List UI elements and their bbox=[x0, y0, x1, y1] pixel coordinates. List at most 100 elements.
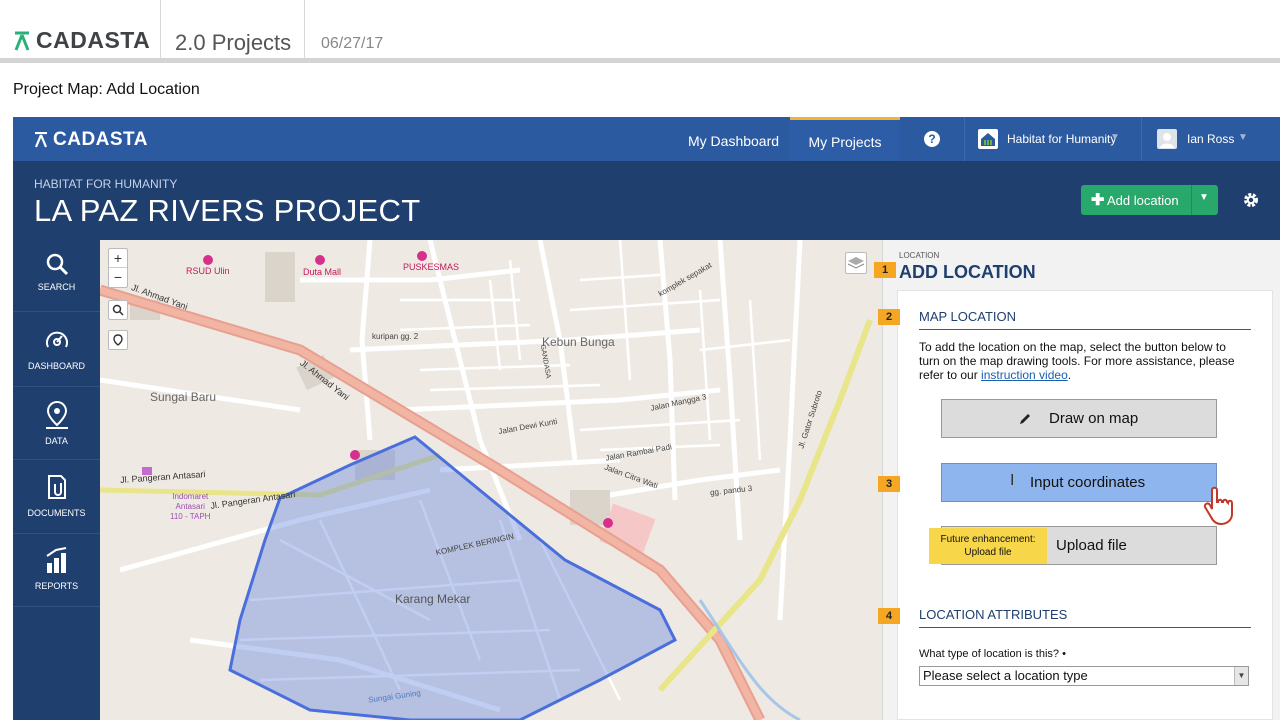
doc-logo: CADASTA bbox=[14, 27, 150, 54]
search-icon bbox=[46, 253, 68, 276]
input-coordinates-label: Input coordinates bbox=[1030, 474, 1146, 491]
zoom-in-button[interactable]: + bbox=[109, 249, 127, 267]
pointer-hand-icon bbox=[1203, 486, 1233, 526]
project-header: HABITAT FOR HUMANITY LA PAZ RIVERS PROJE… bbox=[13, 161, 1280, 240]
search-icon bbox=[112, 304, 124, 316]
step-marker-1: 1 bbox=[874, 262, 896, 278]
map-label: Karang Mekar bbox=[395, 592, 471, 606]
doc-subtitle: Project Map: Add Location bbox=[13, 81, 200, 98]
panel-title: ADD LOCATION bbox=[899, 262, 1036, 282]
top-nav: CADASTA My Dashboard My Projects ? Habit… bbox=[13, 117, 1280, 161]
avatar bbox=[1157, 129, 1177, 149]
location-type-value: Please select a location type bbox=[923, 668, 1088, 683]
step-marker-4: 4 bbox=[878, 608, 900, 624]
zoom-out-button[interactable]: − bbox=[109, 267, 127, 286]
map-pin-icon bbox=[45, 400, 68, 429]
map-label: Duta Mall bbox=[303, 267, 342, 277]
step-marker-2: 2 bbox=[878, 309, 900, 325]
map-label: RSUD Ulin bbox=[186, 266, 230, 276]
map-label: PUSKESMAS bbox=[403, 262, 460, 272]
map-label: kuripan gg. 2 bbox=[372, 332, 419, 341]
map-label: Kebun Bunga bbox=[542, 335, 615, 349]
user-menu[interactable]: Ian Ross ▼ bbox=[1141, 117, 1280, 161]
add-location-label: Add location bbox=[1107, 193, 1179, 208]
app-logo[interactable]: CADASTA bbox=[35, 129, 148, 151]
cadasta-logo-icon bbox=[14, 31, 30, 51]
help-icon[interactable]: ? bbox=[924, 131, 940, 147]
location-type-select[interactable]: Please select a location type ▼ bbox=[919, 666, 1249, 686]
upload-file-label: Upload file bbox=[1056, 537, 1127, 554]
map-locate-button[interactable] bbox=[108, 330, 128, 350]
map-canvas[interactable] bbox=[100, 240, 882, 720]
layers-button[interactable] bbox=[845, 252, 867, 274]
cadasta-logo-icon bbox=[35, 132, 47, 148]
doc-version: 2.0 Projects bbox=[175, 30, 292, 55]
map-label: Sungai Baru bbox=[150, 390, 217, 404]
step-marker-3: 3 bbox=[878, 476, 900, 492]
organization-logo-icon bbox=[978, 129, 998, 149]
organization-name: Habitat for Humanity bbox=[1007, 132, 1117, 146]
nav-my-dashboard[interactable]: My Dashboard bbox=[688, 117, 779, 161]
pencil-icon bbox=[1020, 414, 1030, 424]
location-attributes-title: LOCATION ATTRIBUTES bbox=[919, 607, 1068, 622]
add-location-card: 2 MAP LOCATION To add the location on th… bbox=[878, 290, 1273, 720]
divider bbox=[304, 0, 305, 58]
chevron-down-icon: ▼ bbox=[1110, 132, 1120, 143]
divider bbox=[919, 627, 1251, 628]
add-location-panel: LOCATION ADD LOCATION 1 2 MAP LOCATION T… bbox=[874, 240, 1280, 720]
panel-eyebrow: LOCATION bbox=[899, 251, 940, 260]
map-label: Indomaret Antasari 110 - TAPH bbox=[170, 492, 211, 521]
doc-brand: CADASTA bbox=[36, 27, 151, 53]
project-map[interactable]: + − RSUD Ulin Duta Mall PUSKESMAS Jl. Ah… bbox=[100, 240, 882, 720]
map-pin-icon bbox=[113, 334, 123, 346]
sidebar: SEARCH DASHBOARD DATA DOCUMENTS REPORTS bbox=[13, 240, 100, 720]
map-location-title: MAP LOCATION bbox=[919, 309, 1017, 324]
draw-on-map-button[interactable]: Draw on map bbox=[941, 399, 1217, 438]
sidebar-item-label: SEARCH bbox=[37, 282, 76, 292]
chevron-down-icon: ▼ bbox=[1238, 132, 1248, 143]
sidebar-item-label: DATA bbox=[45, 436, 68, 446]
doc-header: CADASTA 2.0 Projects 06/27/17 bbox=[0, 0, 1280, 64]
layers-icon bbox=[847, 257, 865, 269]
map-search-button[interactable] bbox=[108, 300, 128, 320]
divider bbox=[0, 58, 1280, 63]
project-title: LA PAZ RIVERS PROJECT bbox=[34, 193, 421, 228]
sidebar-item-label: REPORTS bbox=[34, 581, 79, 591]
gear-icon[interactable] bbox=[1242, 191, 1260, 209]
help-text-body: To add the location on the map, select t… bbox=[919, 340, 1235, 382]
dashboard-icon bbox=[45, 331, 68, 348]
sidebar-item-documents[interactable]: DOCUMENTS bbox=[13, 462, 100, 534]
sidebar-item-data[interactable]: DATA bbox=[13, 388, 100, 460]
user-name: Ian Ross bbox=[1187, 132, 1235, 146]
sidebar-item-reports[interactable]: REPORTS bbox=[13, 535, 100, 607]
help-text: To add the location on the map, select t… bbox=[919, 340, 1249, 382]
sidebar-item-search[interactable]: SEARCH bbox=[13, 240, 100, 312]
reports-icon bbox=[45, 547, 66, 573]
organization-menu[interactable]: Habitat for Humanity ▼ bbox=[964, 117, 1124, 161]
app-brand: CADASTA bbox=[53, 129, 148, 150]
nav-my-projects[interactable]: My Projects bbox=[790, 117, 900, 161]
zoom-controls: + − bbox=[108, 248, 128, 288]
instruction-video-link[interactable]: instruction video bbox=[981, 368, 1068, 382]
text-cursor-icon: I bbox=[1010, 472, 1015, 489]
org-label: HABITAT FOR HUMANITY bbox=[34, 177, 178, 191]
plus-icon: ✚ bbox=[1091, 192, 1105, 209]
sidebar-item-label: DASHBOARD bbox=[27, 361, 85, 371]
divider bbox=[1191, 185, 1192, 215]
documents-icon bbox=[47, 475, 66, 499]
sidebar-item-label: DOCUMENTS bbox=[27, 508, 86, 518]
future-enhancement-note: Future enhancement: Upload file bbox=[929, 528, 1047, 564]
input-coordinates-button[interactable]: I Input coordinates bbox=[941, 463, 1217, 502]
doc-date: 06/27/17 bbox=[321, 35, 384, 52]
help-text-end: . bbox=[1067, 368, 1072, 382]
divider bbox=[160, 0, 161, 58]
add-location-button[interactable]: ✚ Add location ▼ bbox=[1081, 185, 1218, 215]
location-type-question: What type of location is this? • bbox=[919, 648, 1066, 660]
draw-on-map-label: Draw on map bbox=[1049, 410, 1139, 427]
chevron-down-icon[interactable]: ▼ bbox=[1199, 192, 1209, 203]
chevron-down-icon: ▼ bbox=[1234, 667, 1248, 685]
app-window: CADASTA My Dashboard My Projects ? Habit… bbox=[13, 117, 1280, 720]
future-note-text: Future enhancement: Upload file bbox=[940, 534, 1036, 558]
sidebar-item-dashboard[interactable]: DASHBOARD bbox=[13, 315, 100, 387]
divider bbox=[919, 329, 1251, 330]
